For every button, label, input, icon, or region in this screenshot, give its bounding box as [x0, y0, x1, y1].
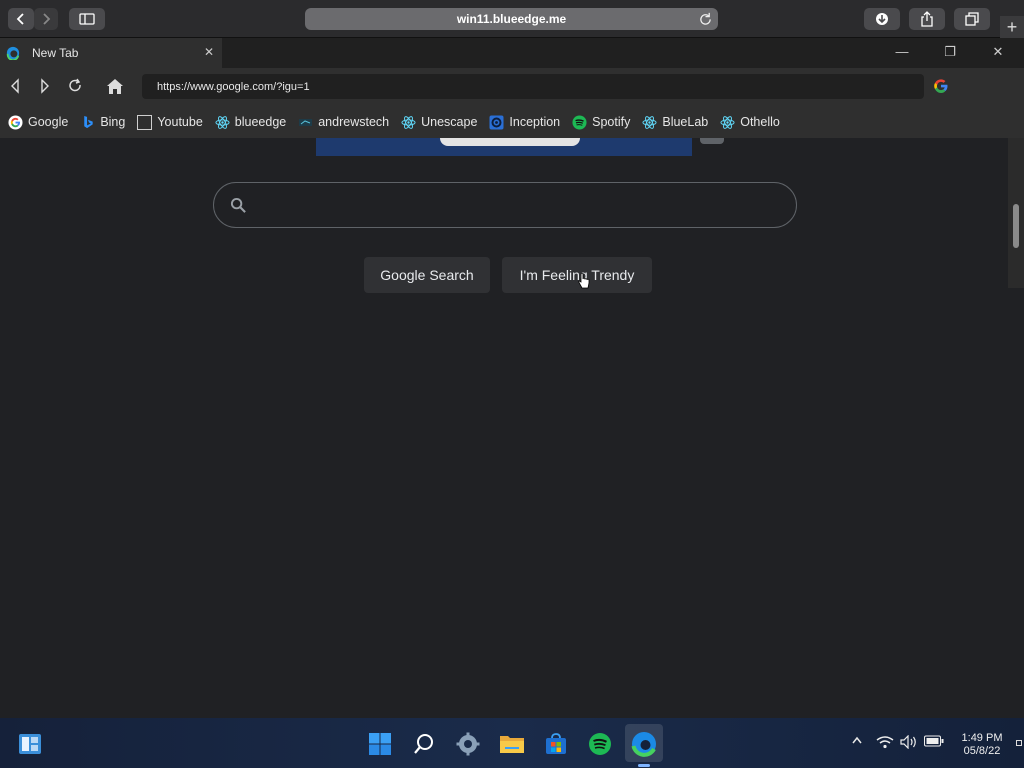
- edge-icon: [6, 46, 20, 60]
- tab-title: New Tab: [32, 46, 79, 60]
- forward-icon[interactable]: [39, 78, 51, 94]
- bookmark-label: Google: [28, 115, 69, 129]
- battery-icon[interactable]: [924, 735, 944, 747]
- bookmark-spotify[interactable]: Spotify: [572, 114, 631, 130]
- bookmark-unescape[interactable]: Unescape: [401, 115, 477, 130]
- hand-cursor-icon: [578, 273, 590, 289]
- sidebar-icon: [79, 13, 95, 25]
- react-atom-icon: [215, 115, 230, 130]
- feeling-trendy-button[interactable]: I'm Feeling Trendy: [502, 257, 652, 293]
- safari-downloads-button[interactable]: [864, 8, 900, 30]
- google-icon: [8, 114, 23, 130]
- chevron-left-icon: [16, 13, 24, 25]
- bookmark-label: BlueLab: [662, 115, 709, 129]
- chevron-up-icon[interactable]: [851, 735, 863, 745]
- bookmark-label: Bing: [100, 115, 126, 129]
- bookmark-google[interactable]: Google: [8, 114, 69, 130]
- google-icon[interactable]: [933, 78, 949, 94]
- close-window-icon[interactable]: ✕: [988, 44, 1008, 60]
- search-icon: [230, 197, 246, 213]
- search-input[interactable]: [262, 195, 762, 217]
- spotify-icon[interactable]: [587, 731, 613, 757]
- bookmark-blueedge[interactable]: blueedge: [215, 115, 286, 130]
- inception-icon: [489, 115, 504, 130]
- bookmark-label: Othello: [740, 115, 780, 129]
- google-page: Google Search I'm Feeling Trendy: [0, 138, 1024, 718]
- doodle-share-button[interactable]: [700, 138, 724, 144]
- safari-sidebar-button[interactable]: [69, 8, 105, 30]
- bing-icon: [80, 115, 95, 130]
- doodle-image: [440, 138, 580, 146]
- reload-icon[interactable]: [699, 12, 712, 25]
- volume-icon[interactable]: [900, 735, 918, 749]
- close-tab-icon[interactable]: ✕: [204, 45, 214, 59]
- address-bar[interactable]: https://www.google.com/?igu=1: [142, 74, 924, 99]
- clock-time: 1:49 PM: [961, 732, 1003, 744]
- refresh-icon[interactable]: [67, 78, 83, 94]
- microsoft-store-icon[interactable]: [543, 731, 569, 757]
- react-atom-icon: [720, 115, 735, 130]
- google-search-button[interactable]: Google Search: [364, 257, 490, 293]
- home-icon[interactable]: [106, 78, 124, 95]
- bookmark-label: andrewstech: [318, 115, 390, 129]
- chevron-right-icon: [43, 13, 51, 25]
- bookmark-label: Youtube: [157, 115, 203, 129]
- notification-icon[interactable]: [1016, 740, 1022, 746]
- feeling-trendy-button-label: I'm Feeling Trendy: [519, 267, 635, 283]
- bookmark-youtube[interactable]: Youtube: [137, 114, 203, 130]
- bookmark-bluelab[interactable]: BlueLab: [642, 115, 708, 130]
- minimize-icon[interactable]: —: [892, 44, 912, 59]
- bookmark-label: Inception: [509, 115, 561, 129]
- scrollbar-thumb[interactable]: [1013, 204, 1019, 248]
- safari-forward-button[interactable]: [34, 8, 58, 30]
- restore-icon[interactable]: ❐: [940, 44, 960, 60]
- tab-new-tab[interactable]: New Tab ✕: [0, 38, 222, 68]
- settings-gear-icon[interactable]: [455, 731, 481, 757]
- bookmark-andrewstech[interactable]: andrewstech: [298, 115, 389, 130]
- react-atom-icon: [401, 115, 416, 130]
- active-app-indicator: [638, 764, 650, 767]
- safari-tabs-button[interactable]: [954, 8, 990, 30]
- tabs-overview-icon: [965, 12, 979, 26]
- edge-nav-bar: https://www.google.com/?igu=1: [0, 68, 1024, 106]
- share-icon: [921, 11, 933, 27]
- search-icon[interactable]: [411, 731, 437, 757]
- safari-url-text: win11.blueedge.me: [456, 12, 567, 26]
- blank-page-icon: [137, 114, 153, 130]
- safari-url-field[interactable]: win11.blueedge.me: [305, 8, 718, 30]
- file-explorer-icon[interactable]: [499, 731, 525, 757]
- bookmark-label: Spotify: [592, 115, 631, 129]
- safari-share-button[interactable]: [909, 8, 945, 30]
- back-icon[interactable]: [9, 78, 21, 94]
- safari-back-button[interactable]: [8, 8, 34, 30]
- taskbar: 1:49 PM 05/8/22: [0, 718, 1024, 768]
- react-atom-icon: [642, 115, 657, 130]
- wifi-icon[interactable]: [876, 735, 894, 749]
- bookmarks-bar: Google Bing Youtube blueedge andrewstech…: [0, 106, 1024, 138]
- safari-toolbar: win11.blueedge.me +: [0, 0, 1024, 38]
- edge-tab-strip: New Tab ✕ — ❐ ✕: [0, 38, 1024, 68]
- bookmark-label: Unescape: [421, 115, 478, 129]
- plus-icon: +: [1006, 16, 1018, 37]
- safari-new-tab-button[interactable]: +: [1000, 16, 1024, 38]
- edge-icon[interactable]: [631, 731, 657, 757]
- taskbar-clock[interactable]: 1:49 PM 05/8/22: [955, 732, 1009, 758]
- bookmark-othello[interactable]: Othello: [720, 115, 780, 130]
- bookmark-inception[interactable]: Inception: [489, 115, 560, 130]
- google-search-box[interactable]: [213, 182, 797, 228]
- download-icon: [876, 13, 888, 25]
- bookmark-bing[interactable]: Bing: [80, 115, 125, 130]
- andrewstech-icon: [298, 115, 313, 130]
- google-search-button-label: Google Search: [380, 267, 474, 283]
- address-bar-url: https://www.google.com/?igu=1: [157, 81, 310, 93]
- clock-date: 05/8/22: [963, 745, 1001, 757]
- widgets-icon[interactable]: [17, 731, 43, 757]
- bookmark-label: blueedge: [234, 115, 287, 129]
- windows-start-icon[interactable]: [367, 731, 393, 757]
- spotify-icon: [572, 114, 587, 130]
